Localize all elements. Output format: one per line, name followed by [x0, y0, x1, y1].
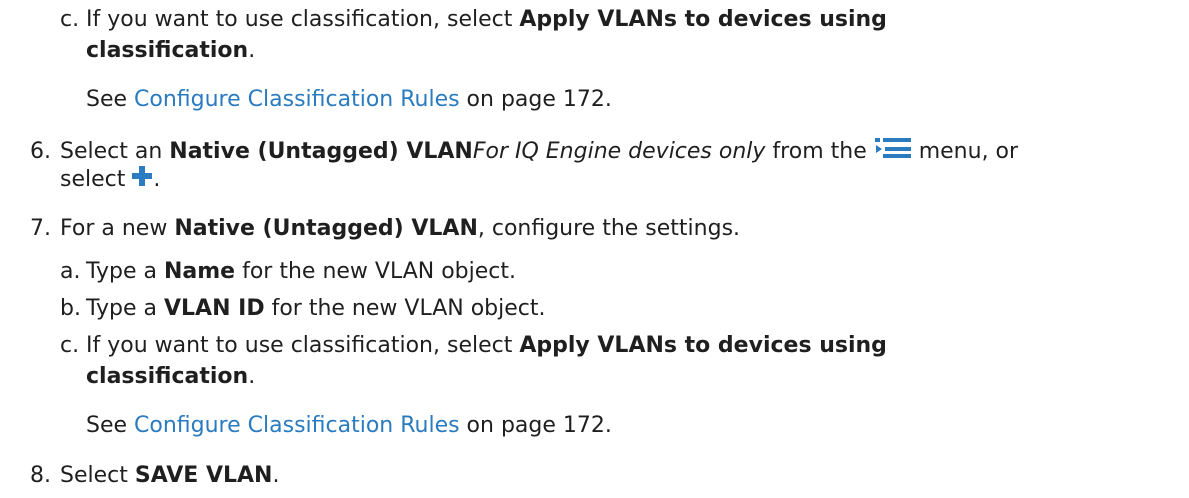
- see-reference: See Configure Classification Rules on pa…: [86, 413, 612, 438]
- step-8: 8. Select SAVE VLAN.: [30, 463, 280, 488]
- list-marker: a.: [60, 259, 81, 284]
- field-name: VLAN ID: [164, 296, 265, 321]
- field-name: Name: [164, 259, 236, 284]
- step-6: 6. Select an Native (Untagged) VLANFor IQ…: [30, 136, 1018, 168]
- list-marker: c.: [60, 7, 80, 32]
- list-marker: 6.: [30, 139, 51, 164]
- document-page: c. If you want to use classification, sel…: [0, 0, 1189, 498]
- see-reference: See Configure Classification Rules on pa…: [86, 87, 612, 112]
- substep-7c: c. If you want to use classification, sel…: [60, 333, 887, 358]
- option-name: Apply VLANs to devices using: [519, 333, 887, 358]
- list-marker: 7.: [30, 216, 51, 241]
- substep-text: If you want to use classification, selec…: [86, 7, 520, 32]
- substep-7a: a. Type a Name for the new VLAN object.: [60, 259, 517, 284]
- note-text: For IQ Engine devices only: [472, 139, 766, 164]
- option-name: classification: [86, 364, 249, 389]
- step-6-cont: select.: [60, 165, 160, 195]
- list-marker: c.: [60, 333, 80, 358]
- option-name: classification: [86, 38, 249, 63]
- list-marker: 8.: [30, 463, 51, 488]
- field-name: Native (Untagged) VLAN: [174, 216, 478, 241]
- configure-classification-rules-link[interactable]: Configure Classification Rules: [134, 87, 460, 112]
- substep-7b: b. Type a VLAN ID for the new VLAN object…: [60, 296, 546, 321]
- field-name: Native (Untagged) VLAN: [169, 139, 473, 164]
- substep-5c-cont: classification.: [86, 38, 256, 63]
- substep-7c-cont: classification.: [86, 364, 256, 389]
- add-plus-icon: [131, 165, 153, 195]
- substep-5c: c. If you want to use classification, sel…: [60, 6, 887, 34]
- step-7: 7. For a new Native (Untagged) VLAN, conf…: [30, 216, 741, 241]
- list-marker: b.: [60, 296, 81, 321]
- option-name: Apply VLANs to devices using: [519, 7, 887, 32]
- configure-classification-rules-link[interactable]: Configure Classification Rules: [134, 413, 460, 438]
- button-name: SAVE VLAN: [134, 463, 273, 488]
- list-menu-icon: [874, 136, 912, 168]
